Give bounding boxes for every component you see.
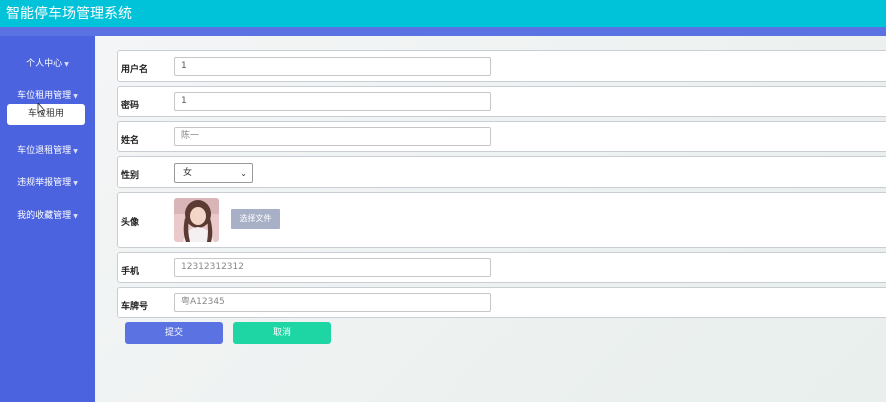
avatar-image [174, 198, 219, 242]
password-label: 密码 [121, 101, 140, 111]
top-header: 智能停车场管理系统 [0, 0, 886, 27]
form-row-username: 用户名 1 [117, 50, 886, 82]
gender-selected-value: 女 [183, 168, 193, 178]
phone-input[interactable]: 12312312312 [174, 258, 491, 277]
choose-file-button[interactable]: 选择文件 [231, 209, 280, 229]
form-row-password: 密码 1 [117, 86, 886, 117]
sidebar-item-violation-report[interactable]: 违规举报管理 ▼ [0, 175, 95, 188]
form-row-phone: 手机 12312312312 [117, 252, 886, 283]
gender-label: 性别 [121, 171, 140, 181]
sidebar-item-rental-management[interactable]: 车位租用管理 ▼ [0, 88, 95, 101]
sidebar-item-label: 车位退租管理 [17, 146, 72, 156]
chevron-down-icon: ▼ [64, 61, 69, 68]
chevron-down-icon: ▼ [73, 180, 78, 187]
phone-label: 手机 [121, 267, 140, 277]
chevron-down-icon: ▼ [73, 213, 78, 220]
sidebar-item-return-management[interactable]: 车位退租管理 ▼ [0, 143, 95, 156]
sidebar-item-label: 个人中心 [26, 59, 63, 69]
username-input[interactable]: 1 [174, 57, 491, 76]
chevron-down-icon: ▼ [73, 93, 78, 100]
name-input[interactable]: 陈一 [174, 127, 491, 146]
chevron-down-icon: ⌄ [240, 169, 247, 178]
name-label: 姓名 [121, 136, 140, 146]
sidebar-item-label: 违规举报管理 [17, 178, 72, 188]
mouse-pointer-icon [37, 103, 45, 115]
app-title: 智能停车场管理系统 [6, 5, 132, 21]
sidebar-item-favorites[interactable]: 我的收藏管理 ▼ [0, 208, 95, 221]
sidebar-item-personal-center[interactable]: 个人中心 ▼ [0, 56, 95, 69]
plate-label: 车牌号 [121, 302, 149, 312]
gender-select[interactable]: 女 ⌄ [174, 163, 253, 183]
cancel-button[interactable]: 取消 [233, 322, 331, 344]
submit-button[interactable]: 提交 [125, 322, 223, 344]
chevron-down-icon: ▼ [73, 148, 78, 155]
sidebar-item-label: 我的收藏管理 [17, 211, 72, 221]
sidebar-subitem-rental[interactable]: 车位租用 [7, 104, 85, 125]
form-row-gender: 性别 女 ⌄ [117, 156, 886, 188]
header-accent-strip [0, 27, 886, 36]
plate-input[interactable]: 粤A12345 [174, 293, 491, 312]
form-row-name: 姓名 陈一 [117, 121, 886, 152]
sidebar-item-label: 车位租用管理 [17, 91, 72, 101]
username-label: 用户名 [121, 65, 149, 75]
form-row-plate: 车牌号 粤A12345 [117, 287, 886, 318]
password-input[interactable]: 1 [174, 92, 491, 111]
avatar-label: 头像 [121, 218, 140, 228]
form-row-avatar: 头像 选择文件 [117, 192, 886, 248]
